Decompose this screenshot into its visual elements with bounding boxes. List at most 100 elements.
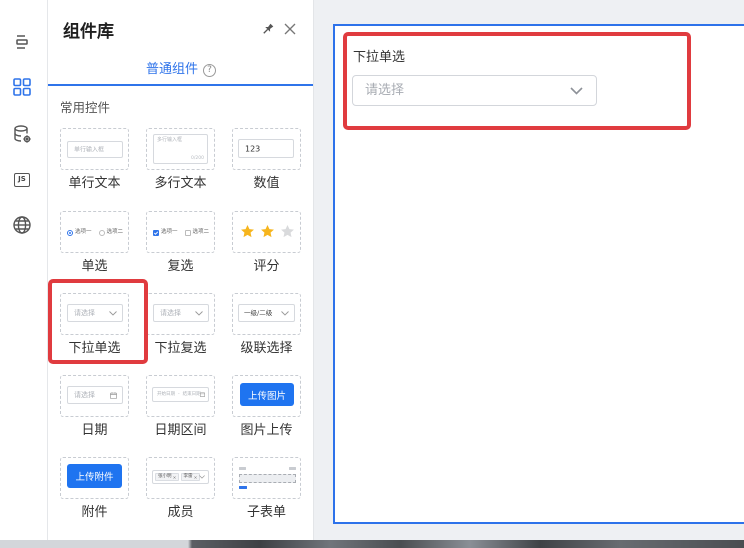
component-cascade-select[interactable]: 一级/二级 级联选择	[232, 293, 301, 357]
component-checkbox[interactable]: 选项一 选项二 复选	[146, 211, 215, 275]
preview-radio-group: 选项一 选项二	[67, 229, 123, 236]
tag-close-icon	[193, 475, 197, 479]
component-preview-card: 选项一 选项二	[146, 211, 215, 253]
component-preview-card: 多行输入框 0/200	[146, 128, 215, 170]
component-attachment[interactable]: 上传附件 附件	[60, 457, 129, 521]
star-icon	[281, 224, 294, 238]
component-rating[interactable]: 评分	[232, 211, 301, 275]
component-member[interactable]: 张小明 李雷 成员	[146, 457, 215, 521]
chevron-down-icon	[281, 310, 289, 316]
background-window-strip	[0, 540, 744, 548]
component-label: 评分	[253, 259, 280, 274]
dropdown-select[interactable]: 请选择	[352, 75, 597, 106]
grid-icon	[13, 78, 31, 96]
tab-common-components[interactable]: 普通组件 ?	[146, 62, 217, 78]
left-nav-rail: JS	[0, 0, 48, 540]
preview-placeholder: 多行输入框	[157, 137, 183, 143]
preview-date-range-input: 开始日期 - 结束日期	[152, 387, 209, 402]
option-label: 选项二	[106, 229, 124, 235]
component-preview-card: 请选择	[60, 293, 129, 335]
preview-placeholder: 单行输入框	[74, 146, 105, 153]
tag-close-icon	[172, 475, 176, 479]
component-preview-card: 请选择	[60, 375, 129, 417]
member-tag-name: 李雷	[183, 474, 193, 479]
close-icon	[284, 23, 296, 35]
component-label: 下拉单选	[68, 341, 121, 356]
rail-item-outline[interactable]	[12, 32, 32, 52]
subform-header-cell	[239, 467, 246, 470]
section-title: 常用控件	[60, 100, 111, 115]
star-icon	[241, 224, 254, 238]
component-radio[interactable]: 选项一 选项二 单选	[60, 211, 129, 275]
component-preview-card: 上传图片	[232, 375, 301, 417]
rail-item-data-source[interactable]	[12, 124, 32, 144]
close-button[interactable]	[284, 23, 296, 35]
member-tag-name: 张小明	[158, 474, 172, 479]
chevron-down-icon	[570, 87, 583, 95]
preview-date-range: 开始日期 - 结束日期	[157, 392, 201, 398]
outline-icon	[16, 35, 28, 49]
preview-member-select: 张小明 李雷	[152, 470, 209, 484]
component-label: 级联选择	[240, 341, 293, 356]
rail-item-js[interactable]: JS	[12, 170, 32, 190]
component-dropdown-multi[interactable]: 请选择 下拉复选	[146, 293, 215, 357]
component-preview-card: 上传附件	[60, 457, 129, 499]
component-number[interactable]: 123 数值	[232, 128, 301, 192]
pin-button[interactable]	[261, 22, 275, 36]
component-image-upload[interactable]: 上传图片 图片上传	[232, 375, 301, 439]
preview-input: 单行输入框	[67, 141, 123, 158]
preview-upload-image-button: 上传图片	[240, 383, 294, 406]
component-label: 日期区间	[154, 423, 207, 438]
component-label: 成员	[167, 505, 194, 520]
calendar-icon	[110, 391, 117, 399]
rail-item-components[interactable]	[12, 77, 32, 97]
component-label: 多行文本	[154, 176, 207, 191]
preview-select: 请选择	[153, 304, 209, 322]
range-end: 结束日期	[182, 391, 201, 397]
radio-unchecked-icon	[98, 229, 105, 236]
preview-upload-attachment-button: 上传附件	[67, 464, 122, 488]
option-label: 选项一	[75, 229, 92, 235]
range-start: 开始日期	[157, 391, 175, 397]
preview-value: 一级/二级	[244, 309, 273, 317]
component-single-line-text[interactable]: 单行输入框 单行文本	[60, 128, 129, 192]
database-settings-icon	[14, 125, 31, 143]
component-preview-card: 单行输入框	[60, 128, 129, 170]
panel-title: 组件库	[63, 22, 114, 42]
component-preview-card: 123	[232, 128, 301, 170]
form-field-dropdown-single[interactable]: 下拉单选 请选择	[352, 48, 598, 108]
option-label: 选项一	[161, 229, 178, 235]
component-date-range[interactable]: 开始日期 - 结束日期 日期区间	[146, 375, 215, 439]
component-preview-card	[232, 211, 301, 253]
form-canvas-area: 下拉单选 请选择	[314, 0, 744, 540]
preview-char-count: 0/200	[191, 156, 204, 161]
member-tags: 张小明 李雷	[155, 473, 200, 481]
chevron-down-icon	[109, 310, 117, 316]
component-dropdown-single[interactable]: 请选择 下拉单选	[60, 293, 129, 357]
component-library-panel: 组件库 普通组件 ? 常用控件 单行输入框 单行文本 多行输入框 0/200 多…	[48, 0, 314, 540]
checkbox-checked-icon	[153, 229, 159, 236]
preview-checkbox-group: 选项一 选项二	[153, 229, 209, 236]
tab-active-indicator	[48, 84, 313, 86]
component-date[interactable]: 请选择 日期	[60, 375, 129, 439]
star-icon	[261, 224, 274, 238]
component-label: 子表单	[246, 505, 286, 520]
radio-checked-icon	[67, 229, 73, 236]
js-icon: JS	[14, 173, 30, 187]
component-preview-card: 开始日期 - 结束日期	[146, 375, 215, 417]
component-label: 数值	[253, 176, 280, 191]
component-subform[interactable]: 子表单	[232, 457, 301, 521]
preview-cascade-select: 一级/二级	[238, 304, 295, 322]
preview-placeholder: 请选择	[74, 309, 95, 317]
globe-icon	[13, 216, 31, 234]
component-label: 单行文本	[68, 176, 121, 191]
component-multi-line-text[interactable]: 多行输入框 0/200 多行文本	[146, 128, 215, 192]
pin-icon	[263, 23, 274, 34]
component-preview-card: 选项一 选项二	[60, 211, 129, 253]
help-icon[interactable]: ?	[203, 63, 217, 77]
rail-item-global[interactable]	[12, 215, 32, 235]
subform-row	[239, 474, 296, 483]
member-tag: 李雷	[180, 473, 200, 481]
subform-header-cell	[289, 467, 296, 470]
preview-date-input: 请选择	[67, 386, 123, 404]
